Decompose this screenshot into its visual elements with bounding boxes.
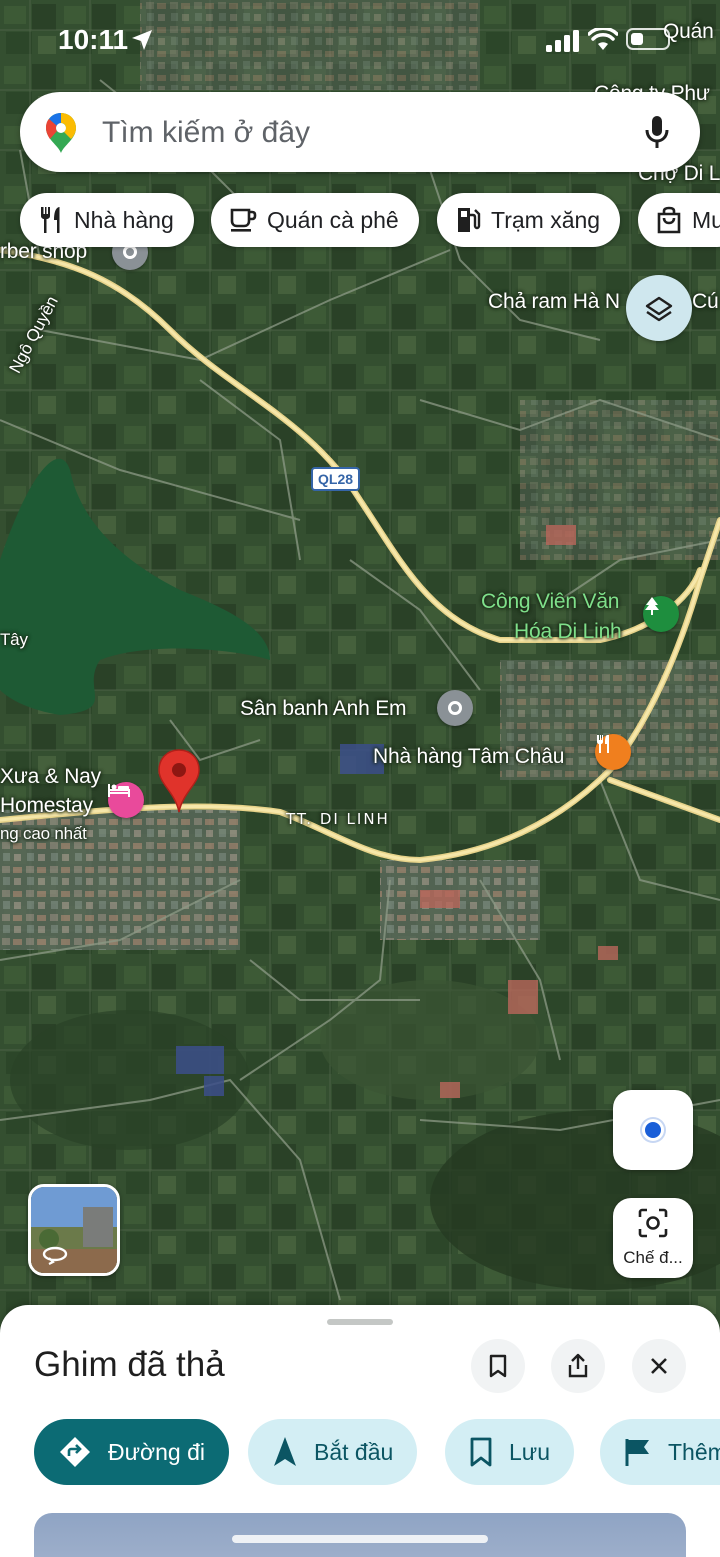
rotate-360-icon [42,1246,68,1265]
map-label[interactable]: Hóa Di Linh [514,620,622,644]
lens-camera-icon [638,1208,668,1238]
chip-label: Quán cà phê [267,206,399,233]
chip-coffee[interactable]: Quán cà phê [211,193,419,247]
save-place-label: Lưu [509,1438,550,1465]
share-icon [568,1353,588,1378]
gas-station-icon [458,208,481,232]
bookmark-icon [470,1437,492,1467]
map-label[interactable]: Công Viên Văn [481,590,619,614]
map-label[interactable]: Chả ram Hà N [488,290,620,314]
park-tree-icon[interactable] [643,596,679,632]
map-label[interactable]: Xưa & Nay [0,765,101,789]
close-icon [651,1358,667,1374]
map-label[interactable]: Nhà hàng Tâm Châu [373,745,564,769]
sheet-title: Ghim đã thả [34,1345,225,1384]
start-button[interactable]: Bắt đầu [248,1419,418,1485]
map-label[interactable]: Cú [692,290,719,314]
street-view-thumbnail[interactable] [28,1184,120,1276]
place-marker-icon[interactable] [437,690,473,726]
directions-label: Đường đi [108,1438,205,1465]
navigation-arrow-icon [274,1437,296,1466]
signal-icon [546,30,579,52]
search-input[interactable]: Tìm kiếm ở đây [102,116,310,150]
chip-gas-station[interactable]: Trạm xăng [437,193,621,247]
share-button[interactable] [551,1339,605,1393]
chip-restaurants[interactable]: Nhà hàng [20,193,194,247]
more-button[interactable]: Thêm [600,1419,720,1485]
microphone-icon[interactable] [644,114,670,150]
map-label[interactable]: Sân banh Anh Em [240,697,406,721]
status-time: 10:11 [58,24,129,55]
lens-mode-label: Chế đ... [623,1248,683,1267]
map-label: Tây [0,630,28,649]
fork-knife-icon [41,207,60,233]
current-location-dot-icon [642,1119,664,1141]
save-button[interactable] [471,1339,525,1393]
close-button[interactable] [632,1339,686,1393]
location-arrow-icon [132,30,152,50]
route-shield-ql28: QL28 [311,467,361,491]
google-maps-logo-icon [46,113,76,153]
chip-shopping[interactable]: Mu [638,193,720,247]
hotel-icon[interactable] [108,782,144,818]
chip-label: Trạm xăng [491,206,601,233]
directions-icon [60,1437,90,1467]
place-sheet[interactable]: Ghim đã thả Đường đi Bắt đầu Lưu Thêm [0,1305,720,1557]
bookmark-icon [489,1354,507,1378]
directions-button[interactable]: Đường đi [34,1419,229,1485]
my-location-button[interactable] [613,1090,693,1170]
shopping-bag-icon [657,206,681,234]
dropped-pin-icon[interactable] [156,748,202,814]
town-label: TT. DI LINH [286,810,390,828]
map-label[interactable]: Homestay [0,794,93,818]
restaurant-icon[interactable] [595,734,631,770]
wifi-icon [588,28,618,50]
more-label: Thêm [668,1438,720,1465]
save-place-button[interactable]: Lưu [445,1419,574,1485]
layers-icon [645,296,673,322]
map-label: ng cao nhất [0,824,87,843]
lens-mode-button[interactable]: Chế đ... [613,1198,693,1278]
sheet-drag-handle[interactable] [327,1319,393,1325]
battery-icon [626,28,670,50]
chip-label: Nhà hàng [74,206,174,233]
home-indicator [232,1535,488,1543]
status-bar: 10:11 [0,0,720,80]
coffee-cup-icon [230,208,257,232]
flag-icon [625,1439,649,1466]
search-bar[interactable]: Tìm kiếm ở đây [20,92,700,172]
start-label: Bắt đầu [314,1438,394,1465]
chip-label: Mu [692,206,720,233]
layers-button[interactable] [626,275,692,341]
